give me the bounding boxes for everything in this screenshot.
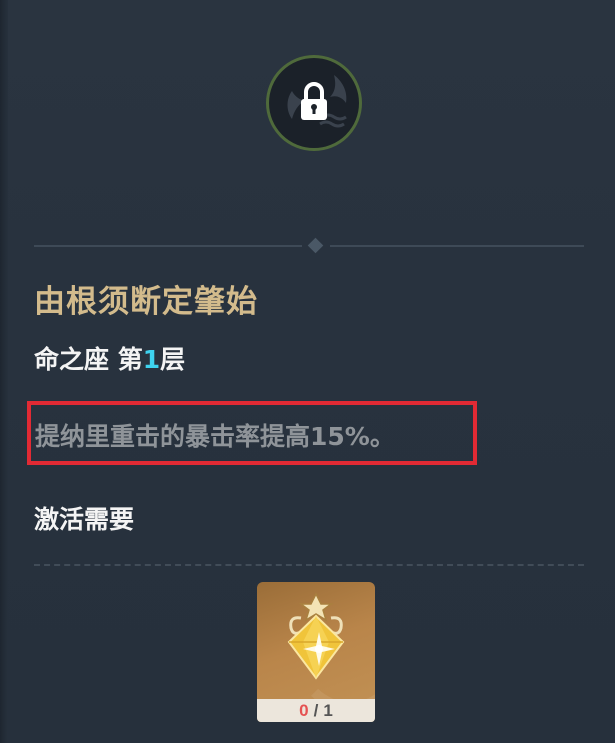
ornamental-divider xyxy=(34,237,584,254)
constellation-description: 提纳里重击的暴击率提高15%。 xyxy=(35,422,395,451)
requirements-heading: 激活需要 xyxy=(34,505,135,534)
lock-icon xyxy=(287,75,347,128)
constellation-layer: 命之座 第1层 xyxy=(34,340,185,376)
item-need-count: 1 xyxy=(323,700,333,720)
item-count-separator: / xyxy=(313,700,319,720)
gem-stardust-icon xyxy=(287,592,345,680)
layer-suffix: 层 xyxy=(160,345,186,374)
divider-diamond-icon xyxy=(307,237,324,254)
constellation-lock-badge[interactable] xyxy=(266,55,362,151)
dashed-divider xyxy=(34,564,584,566)
constellation-title: 由根须断定肇始 xyxy=(34,284,258,320)
constellation-detail-panel: 由根须断定肇始 命之座 第1层 提纳里重击的暴击率提高15%。 激活需要 0 /… xyxy=(0,0,615,743)
item-count: 0 / 1 xyxy=(257,699,375,722)
item-have-count: 0 xyxy=(299,700,309,720)
layer-number: 1 xyxy=(142,345,161,374)
required-item-card[interactable]: 0 / 1 xyxy=(257,582,375,722)
panel-edge xyxy=(0,0,8,743)
layer-prefix: 命之座 第 xyxy=(34,345,143,374)
